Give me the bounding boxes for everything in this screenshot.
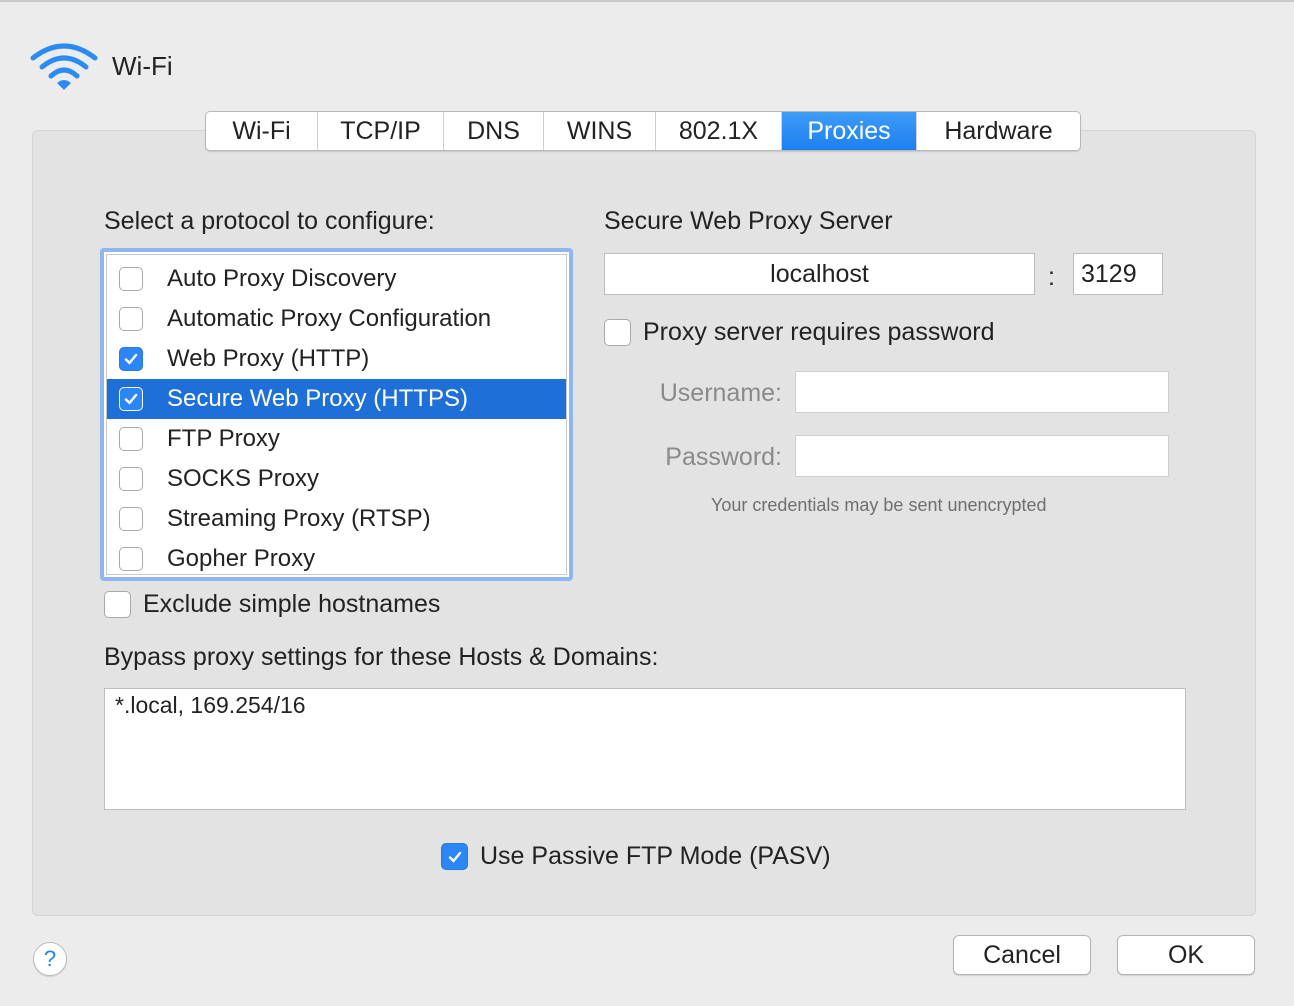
passive-ftp-label: Use Passive FTP Mode (PASV) bbox=[480, 842, 831, 870]
checkmark-icon bbox=[124, 393, 138, 405]
checkbox[interactable] bbox=[119, 467, 143, 491]
protocol-socks-proxy[interactable]: SOCKS Proxy bbox=[107, 459, 566, 499]
passive-ftp-option[interactable]: Use Passive FTP Mode (PASV) bbox=[441, 842, 831, 871]
tab-dns[interactable]: DNS bbox=[444, 112, 544, 150]
tab-wins[interactable]: WINS bbox=[544, 112, 656, 150]
tab-hardware[interactable]: Hardware bbox=[917, 112, 1080, 150]
exclude-simple-hostnames-checkbox[interactable] bbox=[104, 591, 131, 618]
checkbox[interactable] bbox=[119, 507, 143, 531]
checkbox[interactable] bbox=[119, 347, 143, 371]
exclude-simple-hostnames-option[interactable]: Exclude simple hostnames bbox=[104, 590, 440, 619]
checkmark-icon bbox=[448, 851, 461, 862]
bypass-label: Bypass proxy settings for these Hosts & … bbox=[104, 643, 659, 671]
proxy-port-field[interactable]: 3129 bbox=[1073, 253, 1163, 295]
protocol-web-proxy-http[interactable]: Web Proxy (HTTP) bbox=[107, 339, 566, 379]
username-label: Username: bbox=[659, 379, 782, 407]
passive-ftp-checkbox[interactable] bbox=[441, 843, 468, 870]
ok-button[interactable]: OK bbox=[1117, 935, 1255, 975]
protocol-ftp-proxy[interactable]: FTP Proxy bbox=[107, 419, 566, 459]
host-port-separator: : bbox=[1048, 263, 1055, 291]
protocol-label: SOCKS Proxy bbox=[167, 465, 320, 492]
protocol-label: Gopher Proxy bbox=[167, 545, 316, 572]
checkbox[interactable] bbox=[119, 387, 143, 411]
checkbox[interactable] bbox=[119, 427, 143, 451]
tab-proxies[interactable]: Proxies bbox=[782, 112, 917, 150]
protocol-automatic-proxy-configuration[interactable]: Automatic Proxy Configuration bbox=[107, 299, 566, 339]
proxy-host-field[interactable]: localhost bbox=[604, 253, 1035, 295]
requires-password-label: Proxy server requires password bbox=[643, 318, 995, 346]
checkbox[interactable] bbox=[119, 547, 143, 571]
username-field[interactable] bbox=[795, 371, 1169, 413]
window-title: Wi-Fi bbox=[112, 50, 173, 81]
protocol-auto-proxy-discovery[interactable]: Auto Proxy Discovery bbox=[107, 259, 566, 299]
tab-bar: Wi-Fi TCP/IP DNS WINS 802.1X Proxies Har… bbox=[205, 111, 1081, 151]
password-field[interactable] bbox=[795, 435, 1169, 477]
requires-password-option[interactable]: Proxy server requires password bbox=[604, 318, 995, 347]
tab-8021x[interactable]: 802.1X bbox=[656, 112, 782, 150]
protocol-label: Streaming Proxy (RTSP) bbox=[167, 505, 431, 532]
help-button[interactable]: ? bbox=[33, 942, 67, 976]
credentials-warning: Your credentials may be sent unencrypted bbox=[711, 495, 1047, 515]
tab-tcpip[interactable]: TCP/IP bbox=[318, 112, 444, 150]
wifi-icon bbox=[30, 43, 98, 90]
server-heading: Secure Web Proxy Server bbox=[604, 207, 893, 235]
protocol-label: FTP Proxy bbox=[167, 425, 280, 452]
protocol-list-heading: Select a protocol to configure: bbox=[104, 207, 435, 235]
protocol-list: Auto Proxy Discovery Automatic Proxy Con… bbox=[100, 248, 573, 581]
password-label: Password: bbox=[665, 443, 782, 471]
protocol-label: Web Proxy (HTTP) bbox=[167, 345, 370, 372]
checkbox[interactable] bbox=[119, 267, 143, 291]
protocol-secure-web-proxy-https[interactable]: Secure Web Proxy (HTTPS) bbox=[107, 379, 566, 419]
bypass-hosts-textarea[interactable]: *.local, 169.254/16 bbox=[104, 688, 1186, 810]
checkmark-icon bbox=[124, 353, 138, 365]
window-header: Wi-Fi bbox=[30, 40, 173, 92]
protocol-label: Automatic Proxy Configuration bbox=[167, 305, 492, 332]
protocol-label: Auto Proxy Discovery bbox=[167, 265, 397, 292]
tab-wifi[interactable]: Wi-Fi bbox=[206, 112, 318, 150]
requires-password-checkbox[interactable] bbox=[604, 319, 631, 346]
exclude-simple-hostnames-label: Exclude simple hostnames bbox=[143, 590, 441, 618]
cancel-button[interactable]: Cancel bbox=[953, 935, 1091, 975]
protocol-list-items: Auto Proxy Discovery Automatic Proxy Con… bbox=[106, 254, 567, 575]
proxy-settings-window: Wi-Fi Wi-Fi TCP/IP DNS WINS 802.1X Proxi… bbox=[0, 0, 1294, 1006]
protocol-label: Secure Web Proxy (HTTPS) bbox=[167, 385, 468, 412]
checkbox[interactable] bbox=[119, 307, 143, 331]
protocol-streaming-proxy-rtsp[interactable]: Streaming Proxy (RTSP) bbox=[107, 499, 566, 539]
protocol-gopher-proxy[interactable]: Gopher Proxy bbox=[107, 539, 566, 579]
